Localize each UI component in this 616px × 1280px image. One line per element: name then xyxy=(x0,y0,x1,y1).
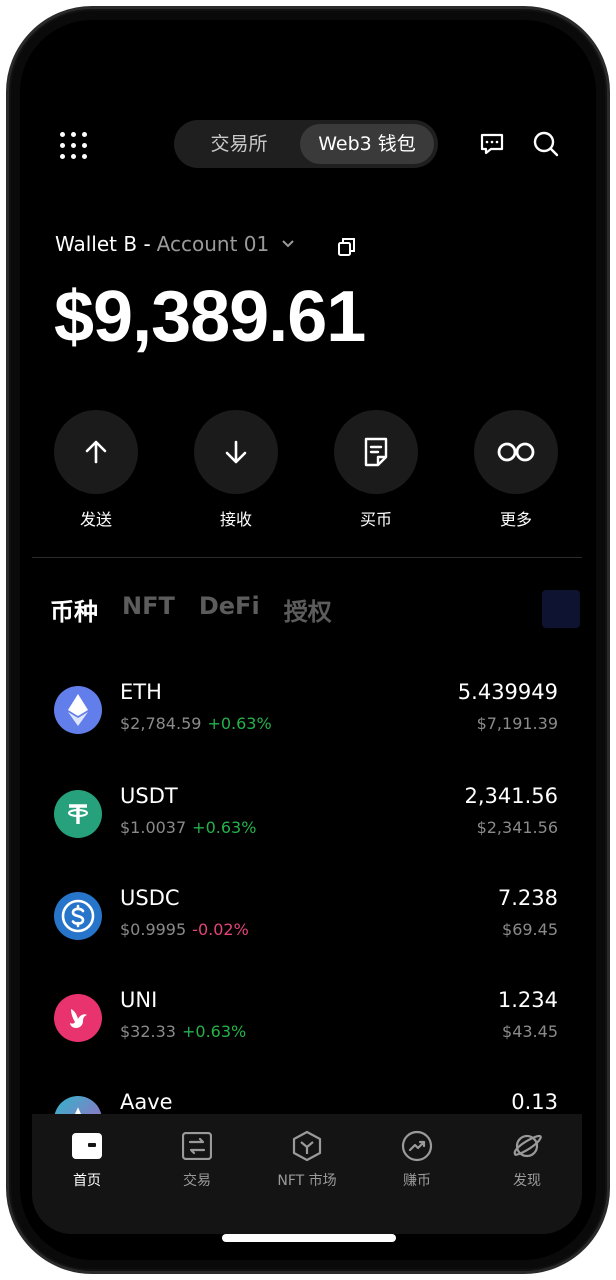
token-amount: 0.13 xyxy=(511,1090,558,1114)
account-name: Account 01 xyxy=(156,232,270,256)
token-price: $0.9995 -0.02% xyxy=(120,920,249,939)
tab-exchange[interactable]: 交易所 xyxy=(184,124,294,164)
token-symbol: ETH xyxy=(120,680,162,704)
copy-icon[interactable] xyxy=(336,236,358,262)
wallet-name: Wallet B - xyxy=(55,232,151,256)
divider xyxy=(32,557,582,558)
arrow-down-icon xyxy=(225,440,247,464)
usdc-icon xyxy=(54,892,102,940)
token-value: $7,191.39 xyxy=(476,714,558,733)
uniswap-icon xyxy=(54,994,102,1042)
nav-earn[interactable]: 赚币 xyxy=(362,1130,472,1190)
earn-icon xyxy=(401,1130,433,1162)
token-amount: 2,341.56 xyxy=(464,784,558,808)
ethereum-icon xyxy=(54,686,102,734)
nav-trade-label: 交易 xyxy=(183,1173,211,1189)
nav-earn-label: 赚币 xyxy=(403,1173,431,1189)
token-value: $43.45 xyxy=(502,1022,558,1041)
receive-button[interactable]: 接收 xyxy=(194,410,278,530)
token-amount: 5.439949 xyxy=(457,680,558,704)
send-label: 发送 xyxy=(79,510,112,529)
token-row-usdc[interactable]: USDC $0.9995 -0.02% 7.238 $69.45 xyxy=(20,878,596,958)
tab-nft[interactable]: NFT xyxy=(122,592,175,627)
price-change: +0.63% xyxy=(207,714,272,733)
token-symbol: UNI xyxy=(120,988,158,1012)
price-change: -0.02% xyxy=(192,920,249,939)
nav-nft-label: NFT 市场 xyxy=(277,1173,337,1189)
home-indicator[interactable] xyxy=(222,1234,396,1242)
token-symbol: Aave xyxy=(120,1090,173,1114)
token-amount: 7.238 xyxy=(497,886,558,910)
tab-approvals[interactable]: 授权 xyxy=(284,592,332,627)
price-value: $0.9995 xyxy=(120,920,187,939)
nav-trade[interactable]: 交易 xyxy=(142,1130,252,1190)
token-symbol: USDT xyxy=(120,784,178,808)
receipt-icon xyxy=(364,437,388,467)
planet-icon xyxy=(513,1134,542,1158)
token-row-usdt[interactable]: USDT $1.0037 +0.63% 2,341.56 $2,341.56 xyxy=(20,776,596,856)
asset-category-tabs: 币种 NFT DeFi 授权 xyxy=(50,592,332,627)
bottom-nav: 首页 交易 NFT 市场 赚币 发现 xyxy=(32,1114,582,1234)
price-change: +0.63% xyxy=(192,818,257,837)
infinity-icon xyxy=(497,442,535,462)
wallet-selector[interactable]: Wallet B - Account 01 xyxy=(55,232,295,256)
wallet-icon xyxy=(72,1133,102,1159)
token-row-eth[interactable]: ETH $2,784.59 +0.63% 5.439949 $7,191.39 xyxy=(20,672,596,752)
nav-home[interactable]: 首页 xyxy=(32,1130,142,1190)
token-value: $2,341.56 xyxy=(476,818,558,837)
tether-icon xyxy=(54,790,102,838)
tab-tokens[interactable]: 币种 xyxy=(50,592,98,627)
price-value: $32.33 xyxy=(120,1022,176,1041)
chevron-down-icon xyxy=(282,240,294,248)
buy-crypto-button[interactable]: 买币 xyxy=(334,410,418,530)
arrow-up-icon xyxy=(85,440,107,464)
nft-icon xyxy=(292,1130,322,1162)
nav-nft-market[interactable]: NFT 市场 xyxy=(252,1130,362,1190)
nav-home-label: 首页 xyxy=(73,1173,101,1189)
total-balance: $9,389.61 xyxy=(54,277,366,357)
send-button[interactable]: 发送 xyxy=(54,410,138,530)
price-value: $1.0037 xyxy=(120,818,187,837)
buy-label: 买币 xyxy=(359,510,392,529)
token-price: $32.33 +0.63% xyxy=(120,1022,246,1041)
token-row-uni[interactable]: UNI $32.33 +0.63% 1.234 $43.45 xyxy=(20,980,596,1060)
message-icon[interactable] xyxy=(478,130,506,162)
more-label: 更多 xyxy=(499,510,532,529)
tab-web3-wallet[interactable]: Web3 钱包 xyxy=(300,124,434,164)
price-change: +0.63% xyxy=(181,1022,247,1041)
mode-switcher: 交易所 Web3 钱包 xyxy=(174,120,438,168)
apps-grid-icon[interactable] xyxy=(60,132,88,160)
nav-discover-label: 发现 xyxy=(513,1173,541,1189)
token-value: $69.45 xyxy=(502,920,558,939)
search-icon[interactable] xyxy=(532,130,560,162)
token-price: $1.0037 +0.63% xyxy=(120,818,256,837)
tab-overflow-indicator xyxy=(542,590,580,628)
tab-defi[interactable]: DeFi xyxy=(199,592,260,627)
receive-label: 接收 xyxy=(219,510,252,529)
trade-icon xyxy=(182,1132,212,1160)
price-value: $2,784.59 xyxy=(120,714,202,733)
token-amount: 1.234 xyxy=(497,988,558,1012)
app-screen: 交易所 Web3 钱包 Wallet B - Account 01 $9,389… xyxy=(20,20,596,1260)
token-symbol: USDC xyxy=(120,886,180,910)
token-price: $2,784.59 +0.63% xyxy=(120,714,272,733)
more-button[interactable]: 更多 xyxy=(474,410,558,530)
nav-discover[interactable]: 发现 xyxy=(472,1130,582,1190)
